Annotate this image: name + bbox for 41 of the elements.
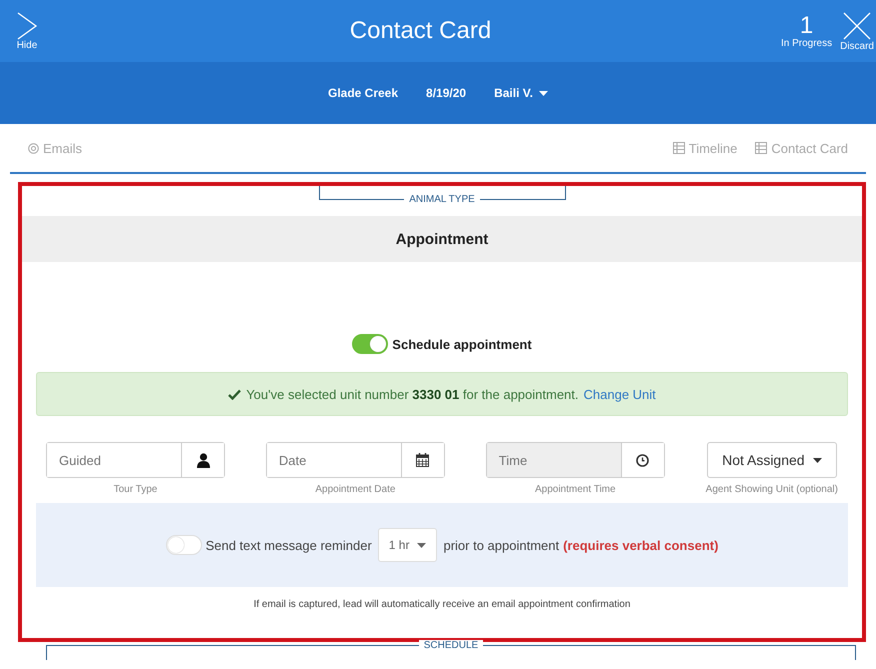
agent-dropdown[interactable]: Baili V. xyxy=(494,86,548,100)
check-icon xyxy=(228,388,242,400)
alert-text: You've selected unit number 3330 01 for the appointment. xyxy=(246,386,579,402)
field-caption: Tour Type xyxy=(114,484,158,495)
input-group[interactable]: Guided xyxy=(46,442,225,478)
consent-warning: (requires verbal consent) xyxy=(563,538,718,552)
section-header: Appointment xyxy=(22,216,862,262)
field-caption: Appointment Time xyxy=(534,484,616,495)
hide-button[interactable]: Hide xyxy=(0,10,60,52)
window-title: Contact Card xyxy=(348,17,492,45)
toggle-switch[interactable] xyxy=(352,334,388,354)
caret-icon xyxy=(539,90,548,96)
section-label: ANIMAL TYPE xyxy=(404,194,480,205)
input-group[interactable]: Date xyxy=(266,442,445,478)
change-unit-link[interactable]: Change Unit xyxy=(584,386,656,402)
progress-label: In Progress xyxy=(780,38,832,48)
discard-button[interactable]: Discard xyxy=(836,10,876,52)
clock-icon xyxy=(636,454,650,466)
grid-icon xyxy=(755,142,768,154)
date-text: 8/19/20 xyxy=(426,86,466,100)
close-icon xyxy=(842,10,872,40)
grid-icon xyxy=(672,142,685,154)
chevron-icon xyxy=(16,12,38,40)
nav-tab[interactable]: Contact Card xyxy=(755,140,848,156)
field-caption: Appointment Date xyxy=(315,484,396,495)
person-icon xyxy=(196,452,210,468)
nav-tab[interactable]: Timeline xyxy=(672,140,738,156)
toggle-switch[interactable] xyxy=(166,535,202,555)
caret-icon xyxy=(417,542,426,548)
caret-icon xyxy=(812,458,822,462)
info-note: If email is captured, lead will automatically receive an email appointment confirmation xyxy=(254,599,630,610)
progress-count: 1 xyxy=(800,14,814,38)
field-caption: Agent Showing Unit (optional) xyxy=(706,484,838,495)
interval-select[interactable]: 1 hr xyxy=(378,528,438,562)
toggle-label: Schedule appointment xyxy=(392,336,532,352)
community-name: Glade Creek xyxy=(328,86,398,100)
nav-tab[interactable]: Emails xyxy=(28,140,82,156)
calendar-icon xyxy=(416,453,430,467)
reminder-label: Send text message reminder xyxy=(206,538,372,552)
reminder-suffix: prior to appointment xyxy=(443,538,560,552)
agent-select[interactable]: Not Assigned xyxy=(707,442,837,478)
